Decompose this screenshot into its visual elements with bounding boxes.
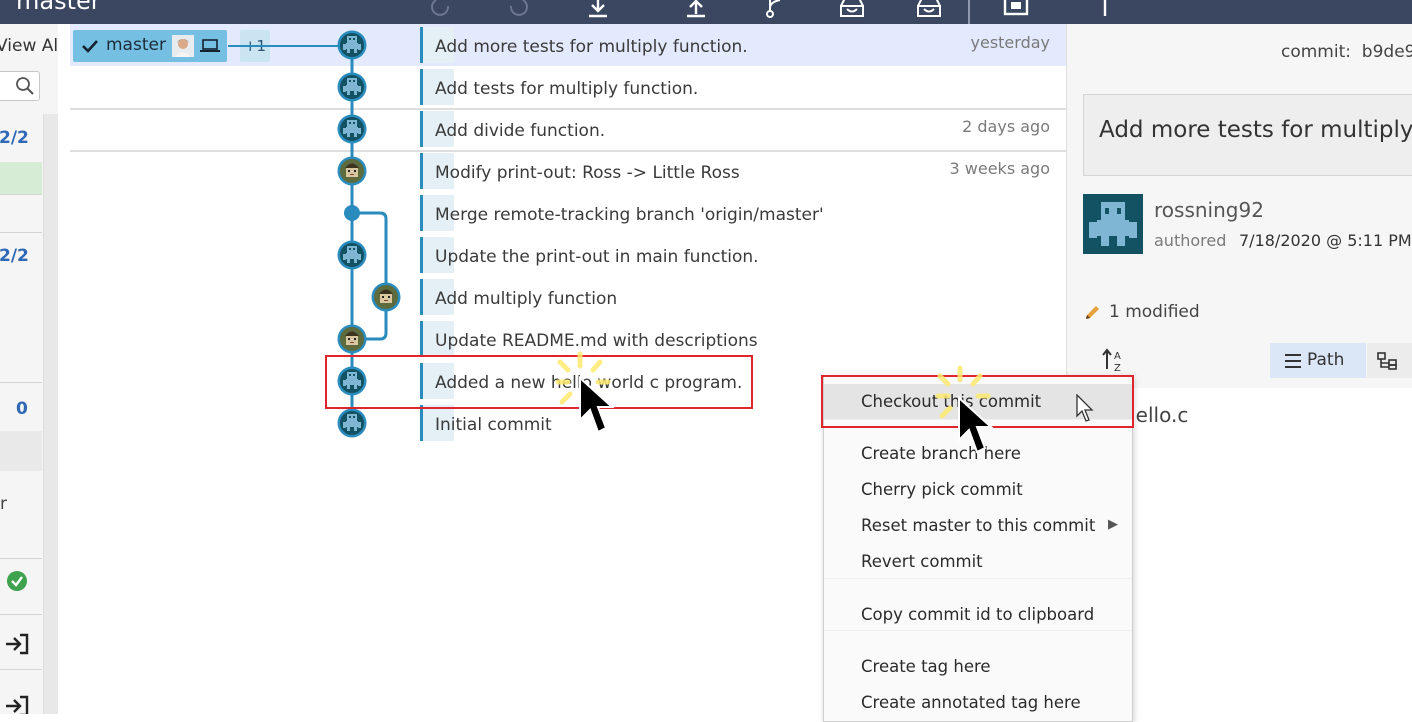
undo-icon[interactable] — [428, 0, 454, 18]
system-cursor-icon — [1076, 394, 1094, 422]
submenu-arrow-icon: ▶ — [1108, 517, 1118, 532]
tree-view-tab[interactable] — [1367, 343, 1412, 378]
toolbar: master — [0, 0, 1412, 24]
sidebar-section[interactable] — [0, 431, 42, 471]
tags-count: 0 — [16, 399, 28, 419]
view-all-link[interactable]: View All — [0, 36, 58, 56]
sidebar-partial-text: r — [0, 494, 7, 514]
author-avatar — [1083, 194, 1143, 254]
author-avatar-icon — [1083, 194, 1143, 254]
commit-avatar-icon[interactable] — [337, 324, 367, 354]
tree-icon — [1377, 352, 1397, 370]
svg-text:Z: Z — [1114, 363, 1121, 373]
terminal-icon[interactable] — [1003, 0, 1029, 18]
context-menu-item[interactable]: Copy commit id to clipboard — [824, 597, 1132, 633]
check-circle-icon[interactable] — [6, 570, 28, 592]
mouse-cursor-icon — [579, 376, 615, 434]
mouse-cursor-icon — [958, 396, 994, 454]
commit-lane-bar — [420, 195, 423, 231]
pull-icon[interactable] — [585, 0, 611, 18]
divider — [0, 614, 42, 615]
commit-time: yesterday — [970, 33, 1051, 52]
context-menu-item-label: Create tag here — [861, 657, 991, 676]
commit-avatar-icon[interactable] — [337, 408, 367, 438]
commit-message[interactable]: Add multiply function — [435, 289, 617, 309]
context-menu-item[interactable]: Cherry pick commit — [824, 472, 1132, 508]
modified-count: 1 modified — [1109, 302, 1200, 322]
commit-subject: Add more tests for multiply function. — [1099, 117, 1412, 143]
context-menu-item-label: Revert commit — [861, 552, 983, 571]
context-menu-item-label: Copy commit id to clipboard — [861, 605, 1095, 624]
pencil-icon — [1086, 306, 1099, 319]
divider — [0, 382, 42, 383]
divider — [0, 232, 42, 233]
commit-lane-bar — [420, 69, 423, 105]
sidebar-item-current[interactable] — [0, 162, 42, 194]
commit-message[interactable]: Merge remote-tracking branch 'origin/mas… — [435, 205, 824, 225]
commit-avatar-icon[interactable] — [337, 72, 367, 102]
path-view-tab[interactable]: Path — [1270, 343, 1366, 378]
author-name[interactable]: rossning92 — [1154, 198, 1264, 222]
commit-message[interactable]: Modify print-out: Ross -> Little Ross — [435, 163, 740, 183]
commit-avatar-icon[interactable] — [337, 240, 367, 270]
commit-message[interactable]: Update the print-out in main function. — [435, 247, 759, 267]
path-tab-label: Path — [1307, 350, 1345, 370]
commit-avatar-icon[interactable] — [371, 282, 401, 312]
commit-avatar-icon[interactable] — [337, 30, 367, 60]
context-menu-item[interactable]: Revert commit — [824, 544, 1132, 580]
branch-icon[interactable] — [762, 0, 788, 18]
commit-avatar-icon[interactable] — [337, 156, 367, 186]
commit-lane-bar — [420, 153, 423, 189]
repo-name[interactable]: master — [16, 0, 101, 15]
sign-in-icon[interactable] — [4, 694, 30, 714]
authored-date: 7/18/2020 @ 5:11 PM — [1239, 231, 1412, 250]
commit-time: 3 weeks ago — [949, 159, 1050, 178]
commit-lane-bar — [420, 111, 423, 147]
list-icon — [1285, 354, 1301, 368]
pop-icon[interactable] — [916, 0, 942, 18]
sidebar: View All 2/2 2/2 0 r — [0, 24, 59, 714]
divider — [0, 194, 42, 195]
commit-message[interactable]: Add tests for multiply function. — [435, 79, 698, 99]
menu-separator — [824, 578, 1132, 579]
commit-time: 2 days ago — [962, 117, 1050, 136]
authored-label: authored — [1154, 231, 1227, 250]
commit-message[interactable]: Initial commit — [435, 415, 552, 435]
commit-lane-bar — [420, 237, 423, 273]
push-icon[interactable] — [683, 0, 709, 18]
toolbar-divider — [968, 0, 970, 24]
stash-icon[interactable] — [839, 0, 865, 18]
divider — [0, 558, 42, 559]
redo-icon[interactable] — [505, 0, 531, 18]
remote-count: 2/2 — [0, 246, 29, 266]
sidebar-search-input[interactable] — [0, 71, 40, 101]
merge-node-icon[interactable] — [337, 198, 367, 228]
commit-avatar-icon[interactable] — [337, 114, 367, 144]
commit-lane-bar — [420, 321, 423, 357]
context-menu-item-label: Reset master to this commit — [861, 516, 1096, 535]
context-menu-item-label: Create annotated tag here — [861, 693, 1081, 712]
commit-id[interactable]: commit: b9de9 — [1281, 42, 1412, 62]
sort-az-icon[interactable]: A Z — [1101, 347, 1127, 373]
context-menu-item[interactable]: Create annotated tag here — [824, 685, 1132, 721]
menu-separator — [824, 630, 1132, 631]
commit-subject-box[interactable]: Add more tests for multiply function. — [1083, 94, 1412, 176]
svg-text:A: A — [1114, 351, 1121, 362]
divider — [0, 669, 42, 670]
search-icon — [16, 77, 34, 95]
commit-lane-bar — [420, 279, 423, 315]
commit-lane-bar — [420, 27, 423, 63]
context-menu-item[interactable]: Reset master to this commit ▶ — [824, 508, 1132, 544]
commit-message[interactable]: Add more tests for multiply function. — [435, 37, 748, 57]
highlight-box-commit — [325, 355, 753, 409]
sidebar-scrollbar[interactable] — [43, 114, 58, 714]
commit-lane-bar — [420, 405, 423, 441]
sign-in-icon[interactable] — [4, 632, 30, 656]
actions-icon[interactable] — [1092, 0, 1118, 18]
context-menu-item-label: Cherry pick commit — [861, 480, 1023, 499]
context-menu-item[interactable]: Create tag here — [824, 649, 1132, 685]
local-count: 2/2 — [0, 128, 29, 148]
commit-message[interactable]: Add divide function. — [435, 121, 605, 141]
